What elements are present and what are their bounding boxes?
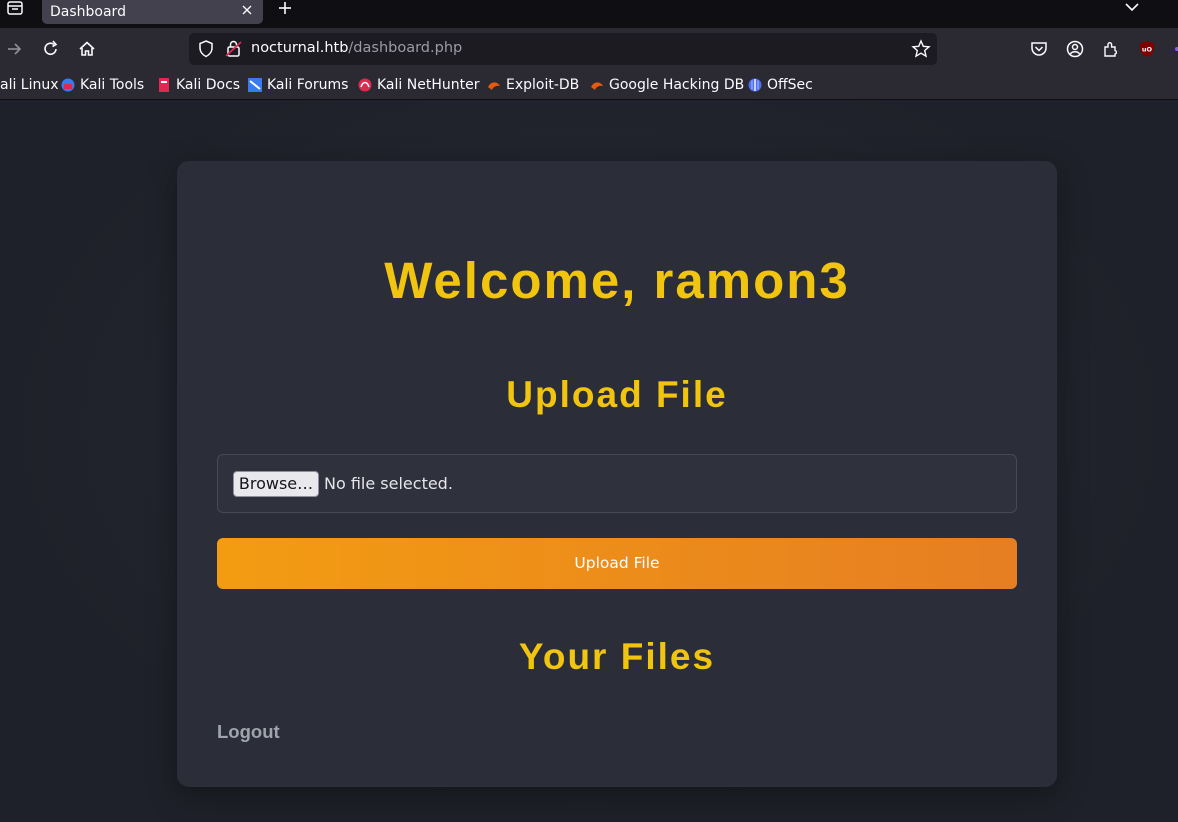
bookmarks-toolbar: ali Linux Kali Tools Kali Docs Kali Foru… <box>0 70 1178 100</box>
account-icon[interactable] <box>1065 39 1085 59</box>
chevron-down-icon[interactable] <box>1124 0 1140 14</box>
forward-icon[interactable] <box>4 39 24 59</box>
insecure-lock-icon[interactable] <box>224 39 244 59</box>
bookmark-kali-forums[interactable]: Kali Forums <box>248 76 348 94</box>
close-icon[interactable] <box>241 2 253 18</box>
bookmark-exploit-db[interactable]: Exploit-DB <box>487 76 579 94</box>
logout-link[interactable]: Logout <box>217 721 280 743</box>
url-path: /dashboard.php <box>348 40 463 56</box>
bookmark-label: Kali Docs <box>176 77 241 93</box>
bookmark-google-hacking-db[interactable]: Google Hacking DB <box>590 76 744 94</box>
bookmark-star-icon[interactable] <box>911 39 931 59</box>
kali-tools-icon <box>61 78 75 92</box>
tab-dashboard[interactable]: Dashboard <box>42 0 263 24</box>
bookmark-label: Kali Tools <box>80 77 145 93</box>
offsec-icon <box>748 78 762 92</box>
shield-icon[interactable] <box>196 39 216 59</box>
bookmark-label: Exploit-DB <box>506 77 580 93</box>
overflow-menu-icon[interactable] <box>1170 39 1178 59</box>
browse-button[interactable]: Browse… <box>233 471 319 497</box>
bookmark-kali-nethunter[interactable]: Kali NetHunter <box>358 76 479 94</box>
tab-strip: Dashboard <box>0 0 1178 28</box>
ublock-origin-icon[interactable]: uO <box>1137 39 1157 59</box>
bookmark-kali-docs[interactable]: Kali Docs <box>157 76 240 94</box>
url-bar[interactable]: nocturnal.htb/dashboard.php <box>189 33 937 65</box>
url-text[interactable]: nocturnal.htb/dashboard.php <box>251 40 462 56</box>
tab-title: Dashboard <box>50 4 126 20</box>
svg-text:uO: uO <box>1142 46 1153 54</box>
upload-file-button[interactable]: Upload File <box>217 538 1017 589</box>
bookmark-label: OffSec <box>767 77 813 93</box>
bookmark-label: Kali NetHunter <box>377 77 480 93</box>
bookmark-label: Google Hacking DB <box>609 77 745 93</box>
kali-docs-icon <box>157 78 171 92</box>
pocket-icon[interactable] <box>1029 39 1049 59</box>
bookmark-label: Kali Forums <box>267 77 349 93</box>
tab-list-icon[interactable] <box>6 0 26 20</box>
bookmark-label: ali Linux <box>0 77 59 93</box>
file-input[interactable]: Browse… No file selected. <box>217 454 1017 513</box>
reload-icon[interactable] <box>41 39 61 59</box>
bookmark-kali-tools[interactable]: Kali Tools <box>61 76 144 94</box>
dashboard-card: Welcome, ramon3 Upload File Browse… No f… <box>177 161 1057 787</box>
navigation-bar: nocturnal.htb/dashboard.php uO <box>0 28 1178 70</box>
file-status: No file selected. <box>324 474 453 493</box>
kali-nethunter-icon <box>358 78 372 92</box>
welcome-heading: Welcome, ramon3 <box>384 252 850 309</box>
url-host: nocturnal.htb <box>251 40 349 56</box>
upload-heading: Upload File <box>506 374 728 415</box>
extensions-icon[interactable] <box>1101 39 1121 59</box>
exploit-db-icon <box>487 78 501 92</box>
kali-forums-icon <box>248 78 262 92</box>
bookmark-kali-linux[interactable]: ali Linux <box>0 76 59 94</box>
google-hacking-db-icon <box>590 78 604 92</box>
new-tab-icon[interactable] <box>276 0 294 18</box>
bookmark-offsec[interactable]: OffSec <box>748 76 813 94</box>
your-files-heading: Your Files <box>518 636 716 677</box>
page-content: Welcome, ramon3 Upload File Browse… No f… <box>0 101 1178 822</box>
home-icon[interactable] <box>77 39 97 59</box>
